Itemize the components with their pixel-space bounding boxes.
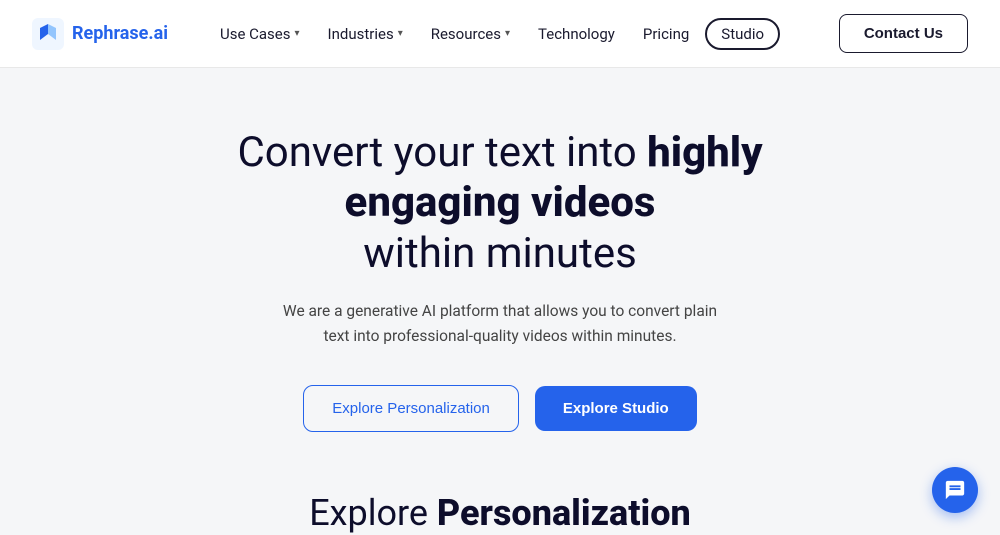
logo[interactable]: Rephrase.ai xyxy=(32,18,168,50)
nav-use-cases[interactable]: Use Cases ▾ xyxy=(208,17,312,51)
chat-icon xyxy=(944,479,966,501)
nav-industries[interactable]: Industries ▾ xyxy=(316,17,415,51)
contact-button[interactable]: Contact Us xyxy=(839,14,968,53)
nav-links: Use Cases ▾ Industries ▾ Resources ▾ Tec… xyxy=(208,17,839,51)
section-title: Explore Personalization xyxy=(20,492,980,534)
logo-text: Rephrase.ai xyxy=(72,23,168,44)
hero-title: Convert your text into highly engaging v… xyxy=(150,128,850,279)
chevron-down-icon: ▾ xyxy=(505,28,510,39)
navbar: Rephrase.ai Use Cases ▾ Industries ▾ Res… xyxy=(0,0,1000,68)
logo-icon xyxy=(32,18,64,50)
explore-personalization-button[interactable]: Explore Personalization xyxy=(303,385,519,432)
nav-studio[interactable]: Studio xyxy=(705,18,780,50)
nav-pricing[interactable]: Pricing xyxy=(631,17,701,51)
hero-section: Convert your text into highly engaging v… xyxy=(0,68,1000,472)
hero-buttons: Explore Personalization Explore Studio xyxy=(303,385,696,432)
section-title-area: Explore Personalization xyxy=(0,472,1000,534)
chat-bubble-button[interactable] xyxy=(932,467,978,513)
nav-actions: Contact Us xyxy=(839,14,968,53)
chevron-down-icon: ▾ xyxy=(398,28,403,39)
hero-subtitle: We are a generative AI platform that all… xyxy=(280,299,720,349)
explore-studio-button[interactable]: Explore Studio xyxy=(535,386,697,431)
nav-resources[interactable]: Resources ▾ xyxy=(419,17,522,51)
chevron-down-icon: ▾ xyxy=(295,28,300,39)
nav-technology[interactable]: Technology xyxy=(526,17,627,51)
